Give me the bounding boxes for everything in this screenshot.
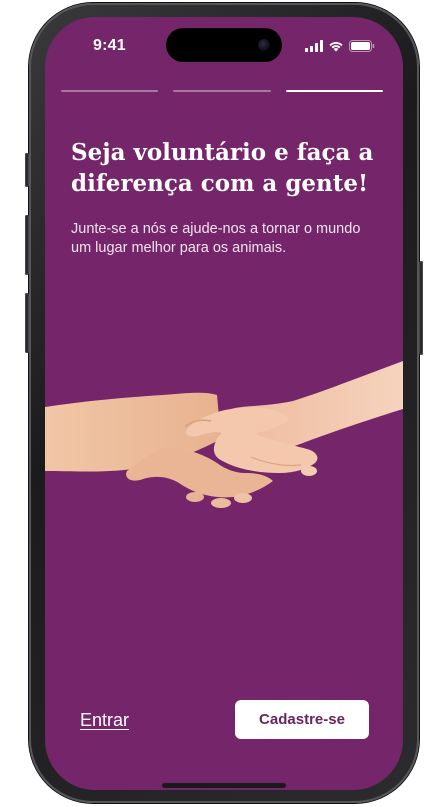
handshake-image	[45, 361, 403, 508]
cellular-signal-icon	[305, 40, 323, 52]
phone-frame: 9:41 Seja voluntário e faça a diferença …	[25, 3, 423, 803]
battery-icon	[349, 40, 375, 52]
device-mockup: 9:41 Seja voluntário e faça a diferença …	[0, 0, 448, 807]
progress-step-1	[61, 90, 159, 92]
home-indicator[interactable]	[162, 783, 286, 788]
wifi-icon	[329, 42, 343, 52]
signup-button[interactable]: Cadastre-se	[235, 700, 369, 739]
page-subtitle: Junte-se a nós e ajude-nos a tornar o mu…	[71, 221, 361, 256]
onboarding-progress	[61, 90, 383, 93]
action-button	[25, 153, 29, 187]
front-camera-icon	[258, 39, 270, 51]
page-title: Seja voluntário e faça a diferença com a…	[71, 139, 374, 197]
volume-up-button	[25, 215, 29, 275]
status-time: 9:41	[93, 37, 126, 54]
power-button	[419, 261, 423, 355]
progress-step-2	[173, 90, 271, 92]
status-icons	[305, 39, 375, 53]
progress-step-3	[285, 90, 383, 92]
login-link[interactable]: Entrar	[80, 710, 129, 731]
dynamic-island	[166, 28, 282, 62]
volume-down-button	[25, 293, 29, 353]
app-screen: 9:41 Seja voluntário e faça a diferença …	[45, 17, 403, 790]
